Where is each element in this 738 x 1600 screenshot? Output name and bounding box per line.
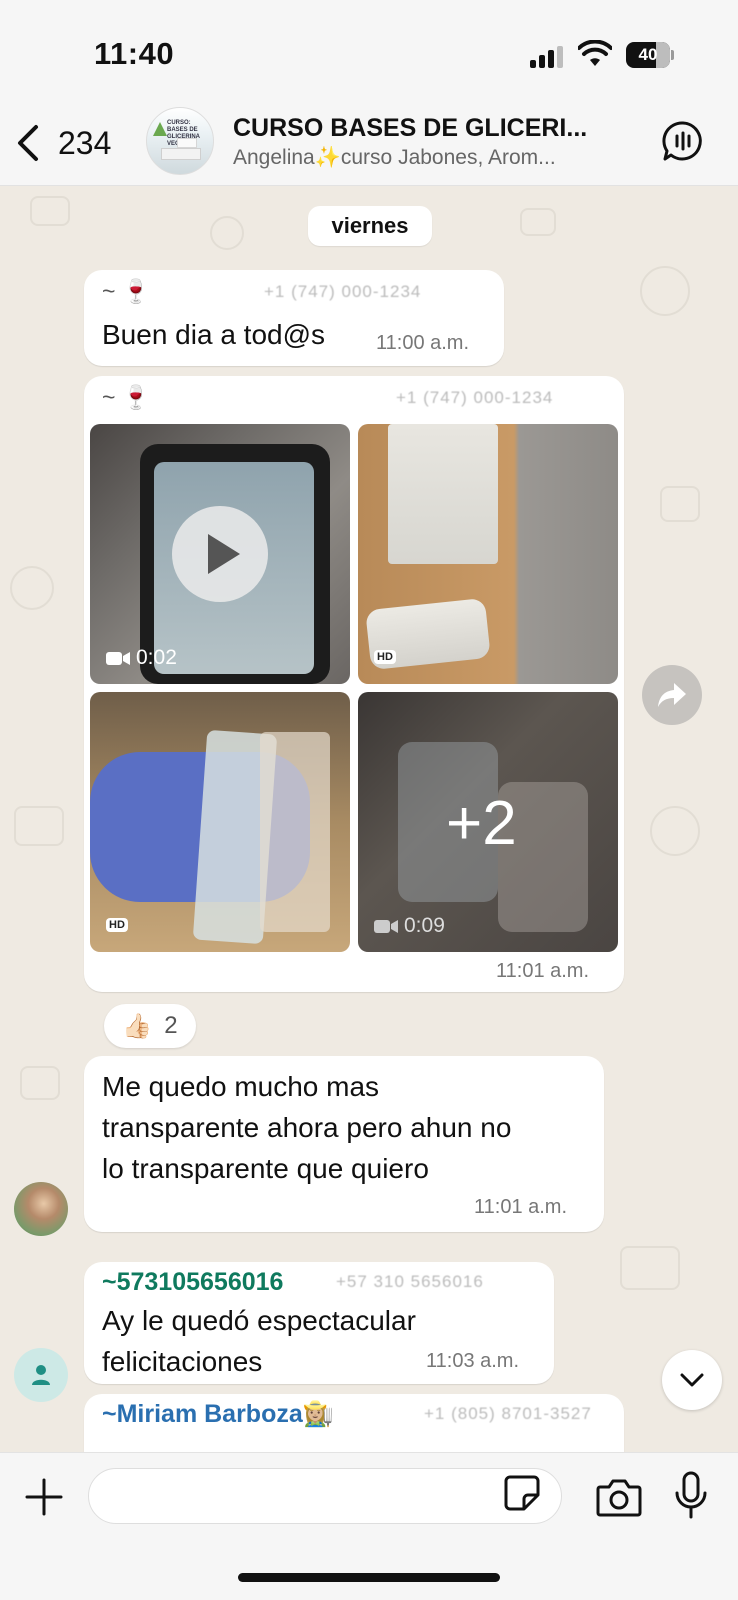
sender-avatar[interactable] (14, 1182, 68, 1236)
voice-chat-icon[interactable] (662, 120, 704, 162)
sender-avatar[interactable] (14, 1348, 68, 1402)
sender-phone: +1 (747) 000-1234 (264, 282, 422, 301)
battery-level: 40 (638, 45, 658, 64)
media-more-thumbnail[interactable]: +2 0:09 (358, 692, 618, 952)
message-bubble[interactable]: ~Miriam Barboza👩🏼‍🌾 +1 (805) 8701-3527 (84, 1394, 624, 1452)
media-message-bubble[interactable]: ~ 🍷 +1 (747) 000-1234 0:02 HD HD +2 0:09… (84, 376, 624, 992)
unread-count: 234 (58, 124, 112, 161)
chat-area[interactable]: viernes ~ 🍷 +1 (747) 000-1234 Buen dia a… (0, 186, 738, 1452)
reaction-count: 2 (164, 1012, 178, 1039)
chat-header: 234 CURSO: BASES DE GLICERINA VEGETAL CU… (0, 106, 738, 186)
message-text: Me quedo mucho mas transparente ahora pe… (102, 1066, 511, 1189)
sender-name[interactable]: ~573105656016 (102, 1268, 283, 1297)
sender-phone: +1 (747) 000-1234 (396, 388, 554, 407)
message-time: 11:01 a.m. (474, 1196, 568, 1218)
sender-name[interactable]: ~ 🍷 (102, 384, 150, 411)
message-line: Me quedo mucho mas (102, 1071, 380, 1102)
scroll-to-bottom-button[interactable] (662, 1350, 722, 1410)
thumbs-up-icon: 👍🏻 (122, 1012, 153, 1040)
sender-name[interactable]: ~ 🍷 (102, 278, 150, 305)
battery-icon: 40 (626, 42, 674, 68)
video-duration: 0:02 (106, 646, 177, 670)
status-time: 11:40 (94, 36, 175, 71)
media-photo-thumbnail[interactable]: HD (358, 424, 618, 684)
more-media-count: +2 (446, 789, 517, 858)
message-text: Ay le quedó espectacular felicitaciones (102, 1300, 416, 1382)
sticker-icon[interactable] (504, 1475, 540, 1511)
background-doodle (210, 216, 244, 250)
background-doodle (14, 806, 64, 846)
chevron-down-icon (680, 1373, 704, 1387)
video-camera-icon (106, 651, 130, 665)
message-input-box[interactable] (88, 1468, 562, 1524)
status-bar: 11:40 40 (0, 0, 738, 106)
hd-badge: HD (106, 918, 128, 932)
forward-arrow-icon (658, 683, 686, 707)
cellular-signal-icon (530, 46, 564, 68)
sender-name[interactable]: ~Miriam Barboza👩🏼‍🌾 (102, 1400, 334, 1429)
background-doodle (650, 806, 700, 856)
home-indicator (238, 1573, 500, 1582)
sender-phone: +57 310 5656016 (336, 1272, 484, 1291)
message-time: 11:00 a.m. (376, 332, 470, 354)
wifi-icon (578, 40, 612, 66)
person-icon (32, 1365, 50, 1385)
message-bubble[interactable]: Me quedo mucho mas transparente ahora pe… (84, 1056, 604, 1232)
microphone-icon[interactable] (674, 1471, 708, 1519)
message-time: 11:01 a.m. (496, 960, 590, 982)
message-bubble[interactable]: ~ 🍷 +1 (747) 000-1234 Buen dia a tod@s 1… (84, 270, 504, 366)
group-avatar[interactable]: CURSO: BASES DE GLICERINA VEGETAL (146, 107, 214, 175)
message-time: 11:03 a.m. (426, 1350, 520, 1372)
background-doodle (520, 208, 556, 236)
message-line: felicitaciones (102, 1346, 263, 1377)
message-line: transparente ahora pero ahun no (102, 1112, 512, 1143)
date-separator: viernes (308, 206, 432, 246)
play-button[interactable] (172, 506, 268, 602)
background-doodle (30, 196, 70, 226)
leaf-icon (153, 122, 167, 136)
video-duration: 0:09 (374, 914, 445, 938)
reaction-badge[interactable]: 👍🏻 2 (104, 1004, 196, 1048)
background-doodle (20, 1066, 60, 1100)
background-doodle (10, 566, 54, 610)
media-video-thumbnail[interactable]: 0:02 (90, 424, 350, 684)
play-icon (208, 534, 240, 574)
media-photo-thumbnail[interactable]: HD (90, 692, 350, 952)
background-doodle (620, 1246, 680, 1290)
message-bubble[interactable]: ~573105656016 +57 310 5656016 Ay le qued… (84, 1262, 554, 1384)
hd-badge: HD (374, 650, 396, 664)
forward-button[interactable] (642, 665, 702, 725)
back-button[interactable]: 234 (14, 118, 111, 168)
background-doodle (640, 266, 690, 316)
sender-phone: +1 (805) 8701-3527 (424, 1404, 592, 1423)
message-input[interactable] (89, 1469, 489, 1523)
camera-icon[interactable] (596, 1477, 642, 1517)
message-line: lo transparente que quiero (102, 1153, 429, 1184)
chevron-left-icon (18, 125, 38, 161)
group-members[interactable]: Angelina✨curso Jabones, Arom... (233, 146, 603, 170)
group-title[interactable]: CURSO BASES DE GLICERI... (233, 114, 613, 143)
message-composer (0, 1452, 738, 1600)
plus-icon[interactable] (24, 1477, 64, 1517)
video-camera-icon (374, 919, 398, 933)
message-text: Buen dia a tod@s (102, 319, 326, 350)
background-doodle (660, 486, 700, 522)
message-line: Ay le quedó espectacular (102, 1305, 416, 1336)
